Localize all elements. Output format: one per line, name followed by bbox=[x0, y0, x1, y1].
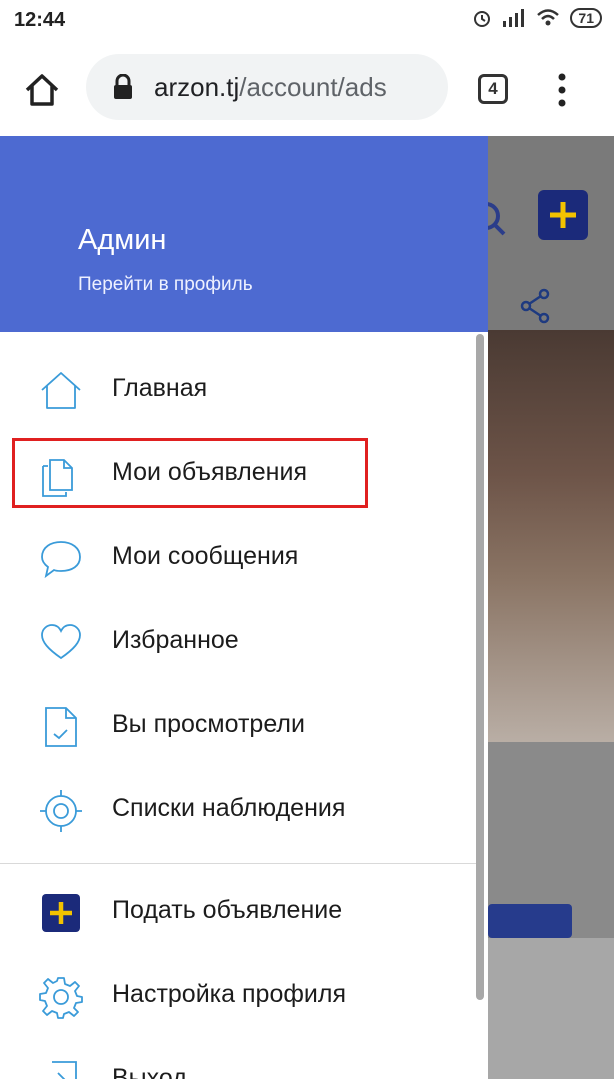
add-plus-icon bbox=[42, 894, 80, 932]
status-bar: 12:44 71 bbox=[0, 0, 614, 40]
menu-item-label: Настройка профиля bbox=[112, 980, 347, 1008]
drawer-header: Админ Перейти в профиль bbox=[0, 136, 488, 332]
menu-item-viewed[interactable]: Вы просмотрели bbox=[0, 684, 476, 768]
url-path: /account/ads bbox=[239, 72, 387, 102]
menu-item-label: Мои сообщения bbox=[112, 542, 299, 570]
browser-toolbar: arzon.tj/account/ads 4 bbox=[0, 40, 614, 137]
menu-item-label: Подать объявление bbox=[112, 896, 343, 924]
bg-lower-area bbox=[488, 938, 614, 1079]
menu-item-watchlists[interactable]: Списки наблюдения bbox=[0, 768, 476, 852]
battery-indicator: 71 bbox=[570, 8, 602, 28]
menu-item-home[interactable]: Главная bbox=[0, 348, 476, 432]
menu-item-label: Избранное bbox=[112, 626, 239, 654]
target-icon bbox=[40, 790, 82, 832]
heart-icon bbox=[41, 624, 81, 660]
logout-icon bbox=[52, 1061, 77, 1079]
drawer-scrollbar[interactable] bbox=[476, 334, 484, 1000]
menu-item-logout[interactable]: Выход bbox=[0, 1038, 476, 1079]
bg-share-icon bbox=[520, 288, 550, 324]
viewed-document-icon bbox=[45, 707, 77, 747]
tab-switcher-button[interactable]: 4 bbox=[478, 74, 508, 104]
alarm-icon bbox=[474, 11, 491, 27]
menu-item-messages[interactable]: Мои сообщения bbox=[0, 516, 476, 600]
highlight-annotation-box bbox=[12, 438, 368, 508]
url-host: arzon.tj bbox=[154, 72, 240, 102]
chat-bubble-icon bbox=[41, 541, 81, 579]
lock-icon bbox=[114, 74, 132, 99]
browser-menu-icon[interactable] bbox=[552, 72, 572, 108]
status-time: 12:44 bbox=[14, 9, 66, 31]
home-button[interactable] bbox=[22, 70, 62, 110]
menu-item-label: Выход bbox=[112, 1064, 187, 1079]
navigation-drawer: Админ Перейти в профиль Главная Мои объя… bbox=[0, 136, 488, 1079]
user-name: Админ bbox=[78, 224, 167, 256]
menu-divider bbox=[0, 863, 476, 864]
status-icons: 71 bbox=[472, 8, 602, 28]
bg-listing-photo bbox=[488, 330, 614, 742]
bg-add-button bbox=[538, 190, 588, 240]
menu-item-post-ad[interactable]: Подать объявление bbox=[0, 870, 476, 954]
url-text: arzon.tj/account/ads bbox=[154, 72, 387, 103]
menu-item-favorites[interactable]: Избранное bbox=[0, 600, 476, 684]
menu-item-profile-settings[interactable]: Настройка профиля bbox=[0, 954, 476, 1038]
menu-item-label: Списки наблюдения bbox=[112, 794, 346, 822]
bg-listing-button bbox=[488, 904, 572, 938]
profile-link[interactable]: Перейти в профиль bbox=[78, 274, 253, 296]
gear-icon bbox=[39, 977, 83, 1019]
menu-item-label: Главная bbox=[112, 374, 208, 402]
menu-item-label: Вы просмотрели bbox=[112, 710, 305, 738]
home-icon bbox=[41, 372, 81, 409]
wifi-icon bbox=[537, 9, 560, 26]
signal-icon bbox=[503, 9, 525, 27]
plus-icon bbox=[550, 202, 576, 228]
address-bar[interactable]: arzon.tj/account/ads bbox=[86, 54, 448, 120]
